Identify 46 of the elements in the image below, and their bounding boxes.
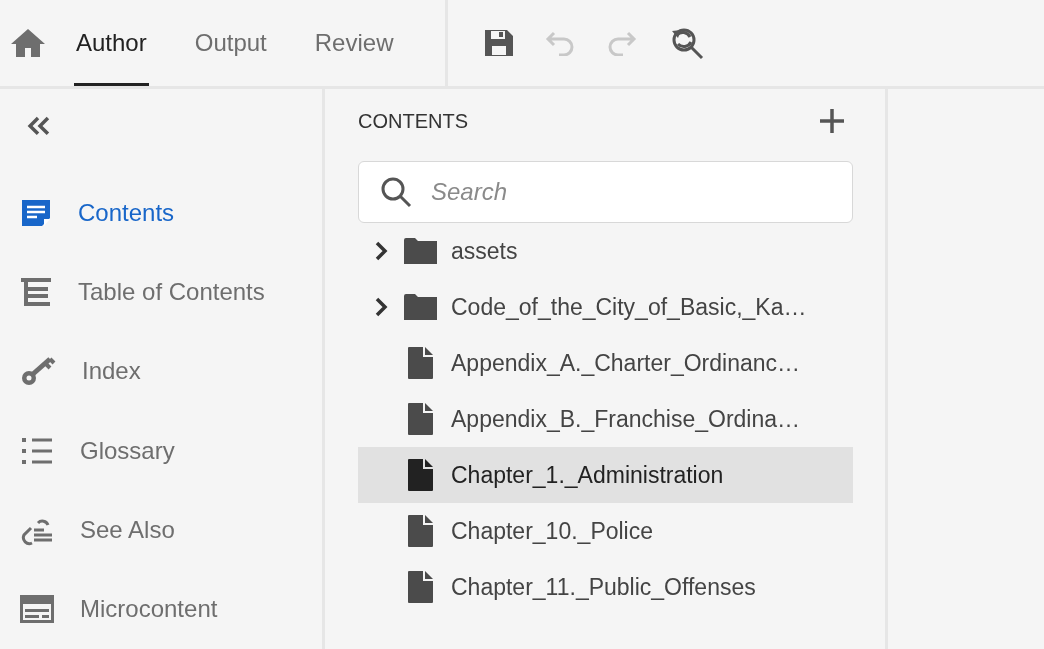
folder-icon (404, 238, 437, 264)
tab[interactable]: Review (312, 0, 396, 86)
file-icon (408, 459, 433, 491)
panel-card-icon (20, 595, 54, 624)
tree-label: Appendix_A._Charter_Ordinanc… (451, 349, 801, 377)
file-icon (408, 515, 433, 547)
tree-row[interactable]: Chapter_11._Public_Offenses (358, 559, 853, 615)
file-icon (408, 571, 433, 603)
panel-title: CONTENTS (358, 109, 468, 133)
sidebar-item[interactable]: Index (20, 331, 141, 411)
document-list-icon (20, 197, 52, 228)
tree-row[interactable]: Code_of_the_City_of_Basic,_Ka… (358, 279, 853, 335)
chevron-right-icon[interactable] (374, 241, 388, 261)
redo-icon (606, 30, 638, 56)
chevron-right-icon[interactable] (374, 297, 388, 317)
tree-label: Appendix_B._Franchise_Ordina… (451, 405, 801, 433)
selected-tree-row[interactable]: Chapter_1._Administration (358, 447, 853, 503)
home-icon[interactable] (10, 27, 46, 59)
save-icon (484, 29, 514, 57)
sidebar-item[interactable]: Glossary (20, 410, 175, 491)
tab[interactable]: Output (192, 0, 269, 86)
tree-label: assets (451, 237, 518, 265)
tree-row[interactable]: Appendix_A._Charter_Ordinanc… (358, 335, 853, 391)
undo-icon (544, 30, 576, 56)
tab[interactable]: Author (74, 0, 149, 86)
tree-label: Chapter_1._Administration (451, 461, 724, 489)
file-icon (408, 403, 433, 435)
search-field[interactable]: Search (358, 161, 853, 223)
tree-label: Chapter_10._Police (451, 517, 654, 545)
folder-icon (404, 294, 437, 320)
sidebar-item[interactable]: See Also (20, 490, 175, 570)
tree-label: Chapter_11._Public_Offenses (451, 573, 756, 601)
outline-list-icon (20, 275, 52, 308)
tree-row[interactable]: Appendix_B._Franchise_Ordina… (358, 391, 853, 447)
add-icon[interactable] (819, 108, 845, 134)
tree-row[interactable]: assets (358, 223, 853, 279)
save-button[interactable] (484, 29, 514, 57)
sidebar-item[interactable]: Microcontent (20, 569, 218, 649)
file-icon (408, 347, 433, 379)
collapse-icon[interactable] (26, 115, 52, 137)
tree-label: Code_of_the_City_of_Basic,_Ka… (451, 293, 807, 321)
sidebar-item[interactable]: Table of Contents (20, 252, 265, 332)
tree-row[interactable]: Chapter_10._Police (358, 503, 853, 559)
sidebar-item[interactable]: Contents (20, 172, 175, 253)
key-icon (20, 355, 56, 388)
search-icon (380, 176, 412, 208)
